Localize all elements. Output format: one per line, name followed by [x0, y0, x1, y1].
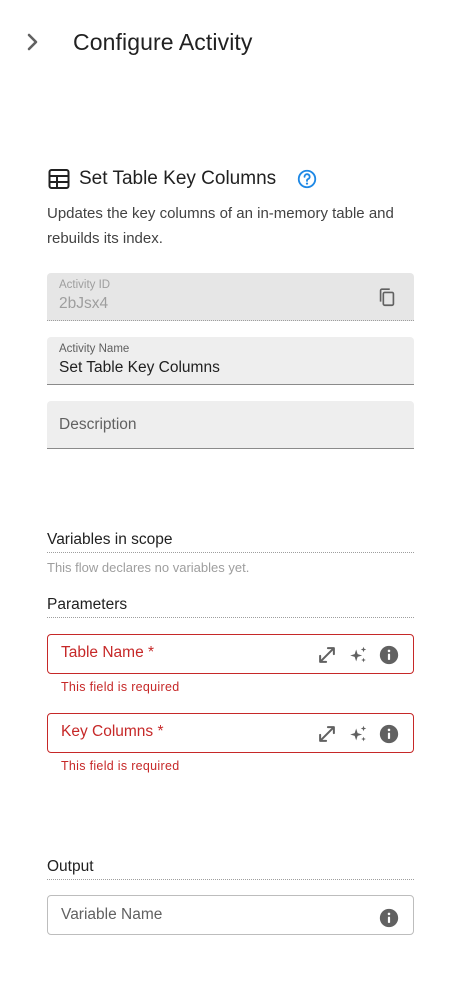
- activity-id-field[interactable]: Activity ID 2bJsx4: [47, 273, 414, 321]
- help-circle-icon[interactable]: [296, 168, 318, 190]
- copy-icon[interactable]: [376, 286, 398, 308]
- activity-id-value: 2bJsx4: [59, 295, 109, 312]
- activity-name-label: Activity Name: [59, 343, 130, 355]
- output-heading: Output: [47, 857, 414, 880]
- table-name-error: This field is required: [61, 680, 180, 694]
- parameters-heading: Parameters: [47, 595, 414, 618]
- sparkles-icon[interactable]: [347, 723, 369, 745]
- chevron-right-icon: [27, 33, 38, 51]
- expand-icon[interactable]: [316, 644, 338, 666]
- description-field[interactable]: Description: [47, 401, 414, 449]
- key-columns-field[interactable]: Key Columns *: [47, 713, 414, 753]
- field-icon-group: [307, 642, 400, 668]
- output-variable-placeholder: Variable Name: [61, 906, 163, 923]
- activity-title: Set Table Key Columns: [79, 168, 277, 189]
- key-columns-label: Key Columns *: [61, 723, 164, 740]
- activity-header: Set Table Key Columns: [47, 164, 414, 194]
- field-icon-group: [307, 721, 400, 747]
- table-name-label: Table Name *: [61, 644, 155, 661]
- activity-id-label: Activity ID: [59, 279, 111, 291]
- variables-heading: Variables in scope: [47, 530, 414, 553]
- variables-hint: This flow declares no variables yet.: [47, 560, 250, 575]
- activity-description: Updates the key columns of an in-memory …: [47, 205, 394, 247]
- page-title: Configure Activity: [73, 29, 253, 55]
- expand-icon[interactable]: [316, 723, 338, 745]
- info-icon[interactable]: [378, 907, 400, 929]
- activity-name-field[interactable]: Activity Name Set Table Key Columns: [47, 337, 414, 385]
- field-icon-group: [369, 905, 400, 931]
- table-icon: [48, 169, 70, 189]
- table-name-field[interactable]: Table Name *: [47, 634, 414, 674]
- info-icon[interactable]: [378, 723, 400, 745]
- description-placeholder: Description: [59, 416, 137, 433]
- activity-name-value: Set Table Key Columns: [59, 359, 220, 376]
- output-variable-field[interactable]: Variable Name: [47, 895, 414, 935]
- sparkles-icon[interactable]: [347, 644, 369, 666]
- info-icon[interactable]: [378, 644, 400, 666]
- panel-header: Configure Activity: [0, 0, 470, 84]
- collapse-panel-button[interactable]: [20, 28, 46, 56]
- key-columns-error: This field is required: [61, 759, 180, 773]
